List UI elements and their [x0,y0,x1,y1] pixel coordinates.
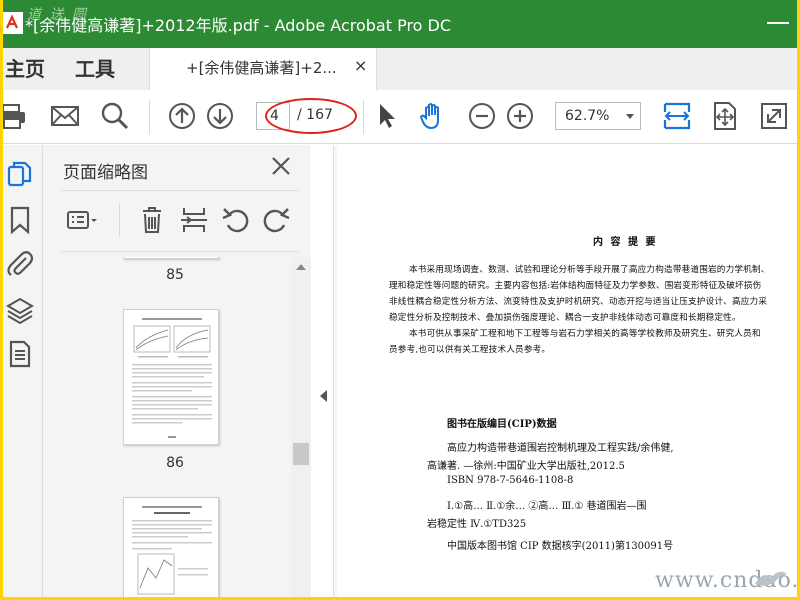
summary-line: 本书可供从事采矿工程和地下工程等与岩石力学相关的高等学校教师及研究生、研究人员和 [409,329,761,339]
document-tab-label: +[余伟健高谦著]+2... [186,59,337,77]
layers-icon[interactable] [5,295,35,325]
close-panel-icon[interactable] [270,155,292,177]
toolbar-divider [149,100,150,134]
cip-line: 高应力构造带巷道围岩控制机理及工程实践/余伟健, [447,443,674,454]
summary-line: 非线性耦合稳定性分析方法、流变特性及支护时机研究、动态开挖与适当让压支护设计、高… [389,297,768,307]
cip-heading: 图书在版编目(CIP)数据 [447,419,557,430]
title-bar: 道 送 圆 *[余伟健高谦著]+2012年版.pdf - Adobe Acrob… [3,0,797,48]
acrobat-logo-icon [3,12,23,34]
page-thumbnails-icon[interactable] [5,159,35,189]
previous-page-icon[interactable] [166,100,198,132]
minimize-button[interactable] [767,22,789,24]
summary-line: 本书采用现场调查、数测、试验和理论分析等手段开展了高应力构造带巷道围岩的力学机制… [409,265,770,275]
thumbnails-panel: 页面缩略图 85 86 [43,145,310,597]
cip-line: ISBN 978-7-5646-1108-8 [447,475,574,486]
content-page-icon[interactable] [5,339,35,369]
thumbnail-page-number: 85 [166,267,184,283]
scroll-up-icon[interactable] [296,264,306,270]
toolbar-divider [363,100,364,134]
rotate-counterclockwise-icon[interactable] [219,205,253,235]
document-view[interactable]: 内 容 提 要 本书采用现场调查、数测、试验和理论分析等手段开展了高应力构造带巷… [333,145,797,597]
thumbnails-scrollbar[interactable] [291,257,311,597]
thumbnail-page-preview [132,318,212,438]
insert-page-icon[interactable] [177,205,211,235]
thumbnail-options-icon[interactable] [65,205,99,235]
zoom-level-select[interactable]: 62.7% [555,102,641,130]
select-cursor-icon[interactable] [371,100,403,132]
panel-divider [61,251,299,252]
navigation-rail [3,145,43,597]
scrollbar-handle[interactable] [293,443,309,465]
cip-line: 岩稳定性 Ⅳ.①TD325 [427,519,527,530]
summary-heading: 内 容 提 要 [593,237,658,248]
acrobat-window: 道 送 圆 *[余伟健高谦著]+2012年版.pdf - Adobe Acrob… [3,0,797,597]
tab-tools[interactable]: 工具 [75,53,115,82]
hand-tool-icon[interactable] [417,100,449,132]
thumbnail-page-number: 86 [166,455,184,471]
summary-line: 员参考,也可以供有关工程技术人员参考。 [389,345,551,355]
thumbnail-page-preview [132,506,212,595]
attachment-icon[interactable] [5,249,35,279]
tab-document[interactable]: +[余伟健高谦著]+2... × [149,48,377,90]
collapse-panel-icon[interactable] [320,390,327,402]
next-page-icon[interactable] [204,100,236,132]
close-tab-button[interactable]: × [354,56,367,75]
cip-line: Ⅰ.①高… Ⅱ.①余… ②高… Ⅲ.① 巷道围岩—围 [447,501,647,512]
email-icon[interactable] [49,100,81,132]
pdf-page: 内 容 提 要 本书采用现场调查、数测、试验和理论分析等手段开展了高应力构造带巷… [337,145,797,597]
toolbar: 4 / 167 62.7% [3,90,797,144]
bookmark-icon[interactable] [5,205,35,235]
summary-line: 理和稳定性等问题的研究。主要内容包括:岩体结构面特征及力学参数、围岩变形特征及破… [389,281,762,291]
page-thumbnail[interactable] [123,497,219,597]
tab-home[interactable]: 主页 [5,53,45,82]
zoom-level-value: 62.7% [565,108,610,124]
chevron-down-icon [626,114,634,119]
delete-page-icon[interactable] [135,205,169,235]
rotate-clockwise-icon[interactable] [259,205,293,235]
page-thumbnail[interactable] [123,257,219,259]
page-move-icon[interactable] [709,100,741,132]
full-screen-icon[interactable] [758,100,790,132]
summary-line: 稳定性分析及控制技术、叠加损伤强度理论、耦合一支护非线体动态可靠度和长期稳定性。 [389,313,741,323]
cip-line: 高谦著. —徐州:中国矿业大学出版社,2012.5 [427,461,625,472]
red-annotation-oval [265,98,357,134]
zoom-out-icon[interactable] [466,100,498,132]
thumbnail-list: 85 86 [61,257,289,597]
print-icon[interactable] [3,100,29,132]
zoom-in-icon[interactable] [504,100,536,132]
search-icon[interactable] [99,100,131,132]
page-thumbnail[interactable] [123,309,219,445]
window-title: *[余伟健高谦著]+2012年版.pdf - Adobe Acrobat Pro… [25,16,452,35]
tab-bar: 主页 工具 +[余伟健高谦著]+2... × [3,48,797,90]
cip-line: 中国版本图书馆 CIP 数据核字(2011)第130091号 [447,541,674,552]
panel-title: 页面缩略图 [63,163,148,183]
watermark-logo-icon [755,571,787,586]
panel-divider [61,190,299,191]
panel-tool-divider [119,203,120,237]
fit-width-icon[interactable] [661,100,693,132]
